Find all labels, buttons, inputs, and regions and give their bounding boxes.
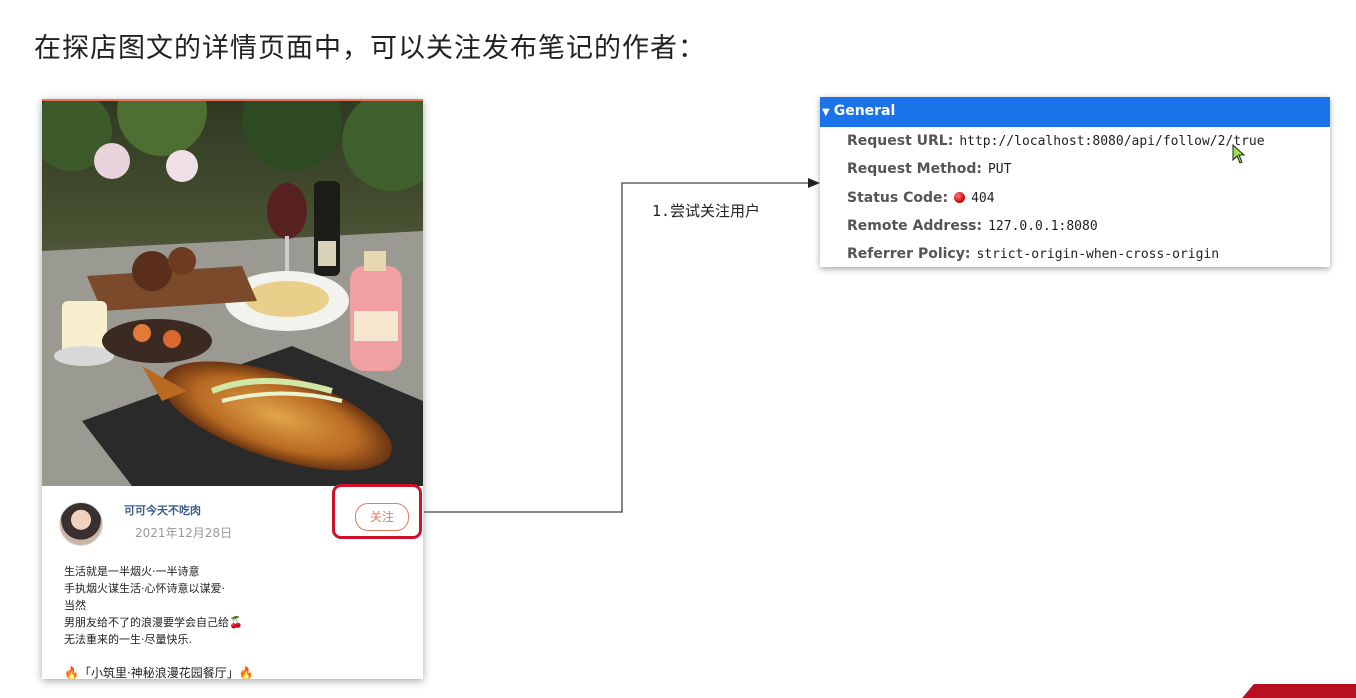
status-error-icon [954, 192, 966, 203]
general-section-header[interactable]: ▼ General [820, 97, 1330, 127]
row-value: PUT [987, 162, 1012, 177]
step-label: 1.尝试关注用户 [652, 202, 761, 220]
devtools-general-panel: ▼ General Request URL: http://localhost:80… [820, 97, 1330, 267]
row-key: Status Code: [847, 190, 949, 206]
mouse-cursor-icon [1232, 144, 1246, 164]
row-value[interactable]: http://localhost:8080/api/follow/2/true [959, 134, 1264, 149]
corner-badge [1242, 684, 1356, 698]
row-key: Request URL: [847, 133, 954, 149]
row-key: Request Method: [847, 161, 982, 177]
request-url-row: Request URL: http://localhost:8080/api/fo… [847, 133, 1265, 149]
row-value: 127.0.0.1:8080 [988, 219, 1098, 234]
referrer-policy-row: Referrer Policy: strict-origin-when-cross… [847, 246, 1219, 262]
triangle-down-icon: ▼ [822, 107, 830, 118]
row-key: Referrer Policy: [847, 246, 971, 262]
row-value: strict-origin-when-cross-origin [976, 247, 1220, 262]
request-method-row: Request Method: PUT [847, 161, 1011, 177]
status-code-row: Status Code: 404 [847, 190, 995, 206]
remote-address-row: Remote Address: 127.0.0.1:8080 [847, 218, 1098, 234]
row-key: Remote Address: [847, 218, 983, 234]
general-section-title: General [833, 103, 896, 119]
row-value: 404 [971, 191, 995, 206]
